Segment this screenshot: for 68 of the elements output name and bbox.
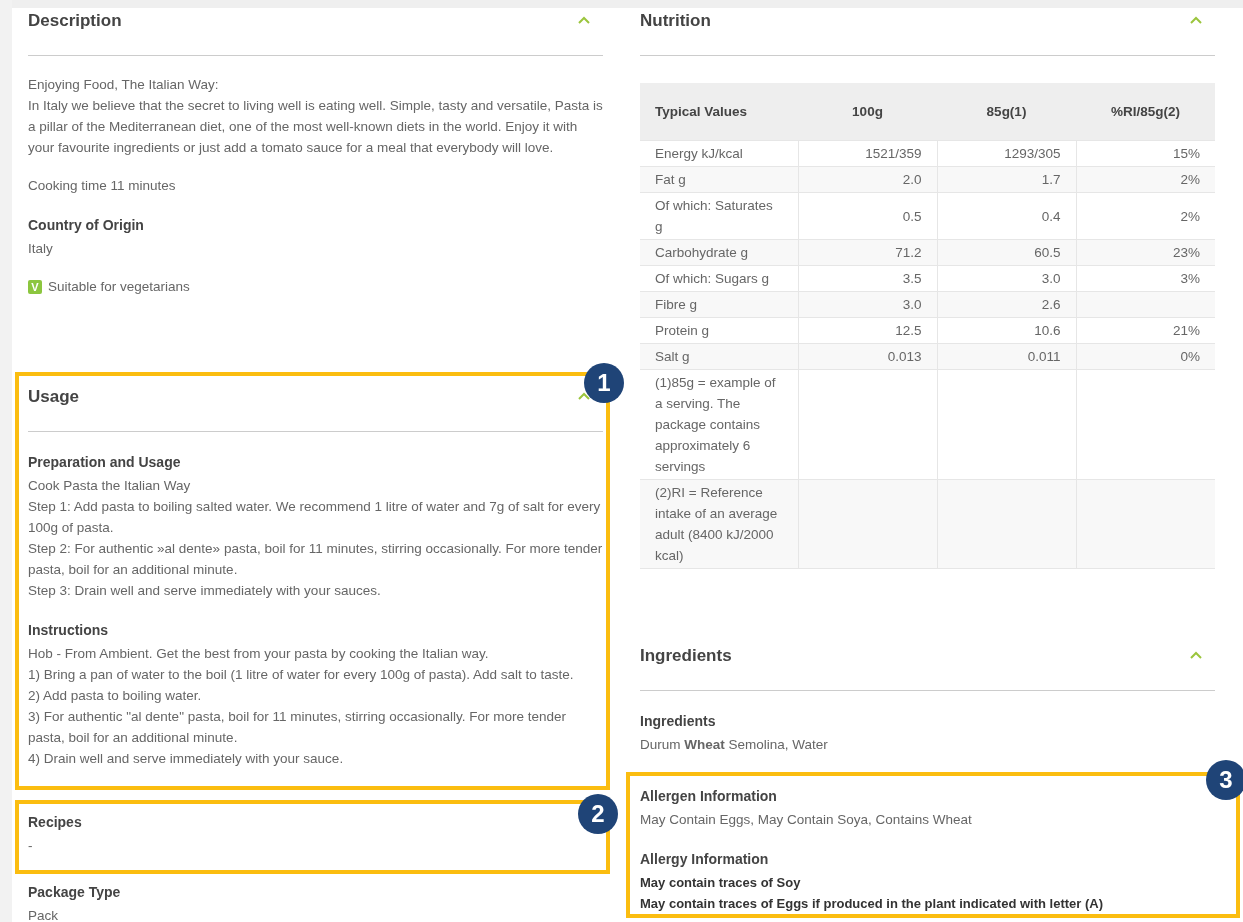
table-cell: Fat g — [640, 166, 798, 193]
field-label: Recipes — [28, 813, 82, 832]
table-cell: Salt g — [640, 343, 798, 370]
field-value: Step 1: Add pasta to boiling salted water. We recommend 1 litre of water and 7g of salt for every 100g of pasta. — [28, 498, 602, 537]
column-header: 100g — [798, 83, 937, 141]
vegetarian-label: Suitable for vegetarians — [48, 278, 190, 296]
table-cell: 71.2 — [798, 239, 937, 266]
vegetarian-mark: V — [28, 279, 42, 294]
table-cell: Of which: Sugars g — [640, 265, 798, 292]
field-value: May Contain Eggs, May Contain Soya, Contains Wheat — [640, 811, 973, 829]
field-label: Instructions — [28, 621, 110, 640]
callout-number: 2 — [578, 794, 618, 834]
section-title: Usage — [28, 386, 80, 408]
field-value: 2) Add pasta to boiling water. — [28, 687, 203, 705]
table-cell: 1521/359 — [798, 140, 937, 167]
field-value: Hob - From Ambient. Get the best from your pasta by cooking the Italian way. — [28, 645, 490, 663]
table-cell: 1.7 — [937, 166, 1076, 193]
column-header: Typical Values — [640, 83, 798, 141]
field-value: Cook Pasta the Italian Way — [28, 477, 192, 495]
table-cell: (2)RI = Reference intake of an average adult (8400 kJ/2000 kcal) — [640, 479, 798, 569]
table-cell: 3.0 — [798, 291, 937, 318]
field-label: Allergen Information — [640, 787, 778, 806]
section-title: Nutrition — [640, 10, 711, 32]
field-value: Durum Wheat Semolina, Water — [640, 736, 829, 754]
column-header: %RI/85g(2) — [1076, 83, 1215, 141]
field-value: - — [28, 837, 34, 855]
table-cell: Carbohydrate g — [640, 239, 798, 266]
table-cell: Protein g — [640, 317, 798, 344]
table-cell: 2.6 — [937, 291, 1076, 318]
table-cell: 2.0 — [798, 166, 937, 193]
table-cell: 60.5 — [937, 239, 1076, 266]
table-cell: 10.6 — [937, 317, 1076, 344]
table-cell: 0.5 — [798, 192, 937, 240]
table-cell: 15% — [1076, 140, 1215, 167]
table-cell: (1)85g = example of a serving. The package contains approximately 6 servings — [640, 369, 798, 480]
callout-number: 1 — [584, 363, 624, 403]
field-label: Allergy Information — [640, 850, 770, 869]
description-text: Enjoying Food, The Italian Way: — [28, 76, 220, 94]
field-value: May contain traces of Eggs if produced in the plant indicated with letter (A) — [640, 895, 1104, 913]
section-title: Ingredients — [640, 645, 732, 667]
callout-number: 3 — [1206, 760, 1243, 800]
field-label: Preparation and Usage — [28, 453, 182, 472]
table-cell: Fibre g — [640, 291, 798, 318]
field-value: Italy — [28, 240, 54, 258]
table-cell: 0.013 — [798, 343, 937, 370]
column-header: 85g(1) — [937, 83, 1076, 141]
field-value: Step 3: Drain well and serve immediately with your sauces. — [28, 582, 382, 600]
table-cell: 3.5 — [798, 265, 937, 292]
table-cell: 3.0 — [937, 265, 1076, 292]
field-value: 3) For authentic "al dente" pasta, boil for 11 minutes, stirring occasionally. For more tender pasta, boil for an additional minute. — [28, 708, 568, 747]
table-cell: 12.5 — [798, 317, 937, 344]
table-cell: 0.011 — [937, 343, 1076, 370]
description-text: Cooking time 11 minutes — [28, 177, 177, 195]
field-label: Ingredients — [640, 712, 717, 731]
table-cell: 1293/305 — [937, 140, 1076, 167]
field-label: Country of Origin — [28, 216, 145, 235]
field-value: Pack — [28, 907, 59, 922]
field-value: 1) Bring a pan of water to the boil (1 litre of water for every 100g of pasta). Add salt to taste. — [28, 666, 575, 684]
field-value: May contain traces of Soy — [640, 874, 802, 892]
field-value: 4) Drain well and serve immediately with your sauce. — [28, 750, 345, 768]
table-cell: Energy kJ/kcal — [640, 140, 798, 167]
section-title: Description — [28, 10, 122, 32]
field-label: Package Type — [28, 883, 122, 902]
chevron-up-icon[interactable] — [577, 392, 591, 401]
table-cell: Of which: Saturates g — [640, 192, 798, 240]
table-cell: 0.4 — [937, 192, 1076, 240]
field-value: Step 2: For authentic »al dente» pasta, boil for 11 minutes, stirring occasionally. For more tender pasta, boil for an additional minute. — [28, 540, 603, 579]
description-text: In Italy we believe that the secret to living well is eating well. Simple, tasty and versatile, Pasta is a pillar of the Mediterranean diet, one of the most well-known diets in the world. Enjoy it with your favourite ingredients or just add a tomato sauce for a meal that everybody will love. — [28, 97, 603, 157]
